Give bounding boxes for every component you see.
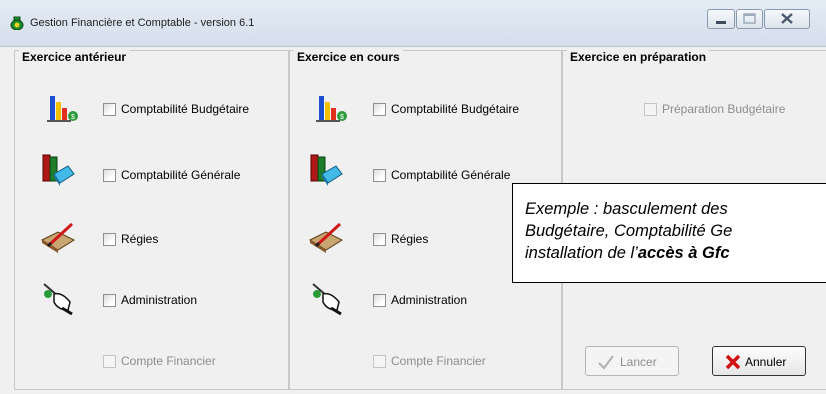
- books-icon: [310, 154, 343, 186]
- pen-notebook-icon: [40, 222, 76, 253]
- callout-line-3-bold: accès à Gfc: [637, 244, 730, 262]
- label-regies: Régies: [391, 232, 429, 246]
- window-title: Gestion Financière et Comptable - versio…: [30, 17, 255, 29]
- budget-chart-icon: $: [47, 96, 78, 122]
- callout-line-1: Exemple : basculement des: [525, 200, 728, 218]
- minimize-icon: [716, 21, 726, 24]
- label-compte-financier: Compte Financier: [121, 354, 216, 368]
- checkbox-comptabilite-budgetaire[interactable]: [103, 103, 116, 116]
- checkbox-preparation-budgetaire[interactable]: [644, 103, 657, 116]
- title-bar[interactable]: Gestion Financière et Comptable - versio…: [0, 0, 826, 47]
- callout-line-3-text: installation de l’: [525, 244, 638, 262]
- maximize-icon: [743, 13, 756, 24]
- close-icon: [781, 13, 793, 24]
- label-comptabilite-budgetaire: Comptabilité Budgétaire: [121, 102, 250, 116]
- admin-hand-icon: [43, 283, 73, 316]
- maximize-button[interactable]: [736, 9, 763, 29]
- money-bag-icon: [10, 16, 24, 30]
- close-button[interactable]: [764, 9, 810, 29]
- panel-title: Exercice en cours: [294, 50, 403, 64]
- callout-line-3: installation de l’accès à Gfc: [525, 243, 730, 263]
- checkbox-regies[interactable]: [373, 233, 386, 246]
- checkbox-compte-financier[interactable]: [373, 355, 386, 368]
- panel-title: Exercice antérieur: [19, 50, 130, 64]
- checkbox-comptabilite-generale[interactable]: [103, 169, 116, 182]
- pen-notebook-icon: [308, 222, 344, 253]
- label-comptabilite-budgetaire: Comptabilité Budgétaire: [391, 102, 520, 116]
- panel-title: Exercice en préparation: [567, 50, 710, 64]
- checkbox-administration[interactable]: [103, 294, 116, 307]
- budget-chart-icon: $: [316, 96, 347, 122]
- checkbox-comptabilite-budgetaire[interactable]: [373, 103, 386, 116]
- label-administration: Administration: [121, 293, 198, 307]
- callout-line-2: Budgétaire, Comptabilité Ge: [525, 222, 733, 240]
- lancer-button[interactable]: Lancer: [585, 346, 679, 376]
- svg-text:$: $: [71, 114, 75, 121]
- checkmark-icon: [598, 355, 614, 370]
- checkbox-regies[interactable]: [103, 233, 116, 246]
- checkbox-comptabilite-generale[interactable]: [373, 169, 386, 182]
- label-comptabilite-generale: Comptabilité Générale: [391, 168, 511, 182]
- label-administration: Administration: [391, 293, 468, 307]
- minimize-button[interactable]: [707, 9, 735, 29]
- label-regies: Régies: [121, 232, 159, 246]
- annuler-label: Annuler: [745, 355, 787, 369]
- cancel-x-icon: [725, 354, 741, 370]
- label-compte-financier: Compte Financier: [391, 354, 486, 368]
- svg-text:$: $: [340, 114, 344, 121]
- annuler-button[interactable]: Annuler: [712, 346, 806, 376]
- callout-box: Exemple : basculement des Budgétaire, Co…: [512, 183, 826, 283]
- label-comptabilite-generale: Comptabilité Générale: [121, 168, 241, 182]
- lancer-label: Lancer: [620, 355, 657, 369]
- checkbox-administration[interactable]: [373, 294, 386, 307]
- admin-hand-icon: [312, 283, 342, 316]
- checkbox-compte-financier[interactable]: [103, 355, 116, 368]
- books-icon: [42, 154, 75, 186]
- label-preparation-budgetaire: Préparation Budgétaire: [662, 102, 786, 116]
